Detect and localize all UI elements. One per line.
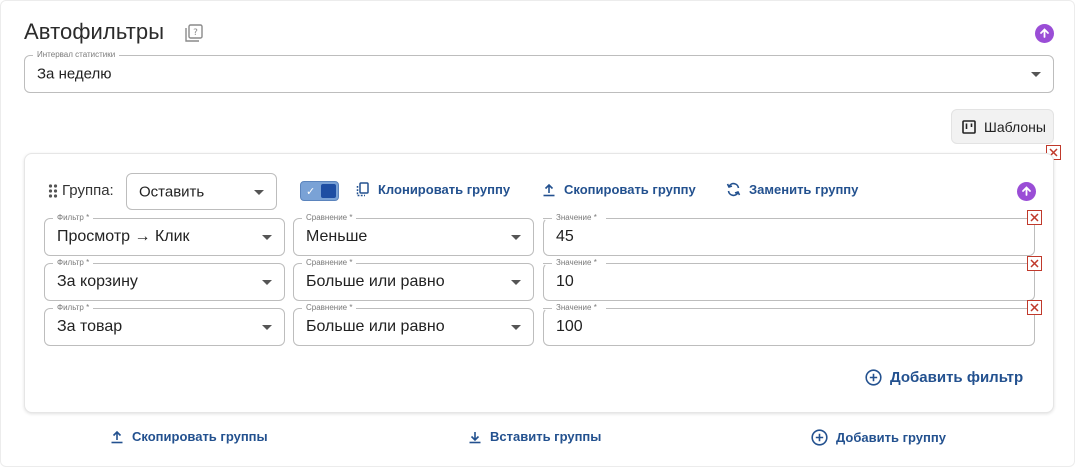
- value-text: 100: [556, 318, 583, 335]
- group-mode-value: Оставить: [139, 183, 205, 200]
- replace-group-button[interactable]: Заменить группу: [726, 182, 858, 197]
- group-label: Группа:: [62, 182, 114, 199]
- chevron-down-icon: [511, 280, 521, 285]
- value-field-label: Значение *: [552, 258, 601, 268]
- value-field-label: Значение *: [552, 303, 601, 313]
- value-text: 10: [556, 273, 574, 290]
- compare-value: Больше или равно: [306, 318, 445, 335]
- refresh-icon: [726, 182, 741, 197]
- chevron-down-icon: [262, 235, 272, 240]
- interval-value: За неделю: [37, 65, 112, 83]
- templates-icon: [962, 119, 976, 134]
- toggle-knob: [321, 184, 336, 198]
- compare-field-label: Сравнение *: [302, 303, 357, 313]
- filter-field-label: Фильтр *: [53, 213, 94, 223]
- chevron-down-icon: [511, 235, 521, 240]
- filter-select[interactable]: Фильтр * За товар: [44, 303, 285, 346]
- group-mode-select[interactable]: Оставить: [126, 173, 277, 210]
- upload-icon: [111, 430, 123, 443]
- interval-label: Интервал статистики: [33, 50, 120, 60]
- compare-value: Больше или равно: [306, 273, 445, 290]
- page-title: Автофильтры: [24, 19, 165, 44]
- templates-label: Шаблоны: [984, 118, 1046, 135]
- chevron-down-icon: [254, 189, 264, 195]
- upload-icon: [543, 183, 555, 196]
- chevron-down-icon: [1031, 72, 1041, 77]
- value-input[interactable]: Значение * 100: [543, 303, 1035, 346]
- interval-select[interactable]: Интервал статистики За неделю: [24, 50, 1054, 93]
- filter-field-label: Фильтр *: [53, 258, 94, 268]
- clone-group-button[interactable]: Клонировать группу: [356, 182, 510, 197]
- compare-select[interactable]: Сравнение * Меньше: [293, 213, 534, 256]
- help-icon[interactable]: ?: [185, 24, 203, 42]
- value-input[interactable]: Значение * 45: [543, 213, 1035, 256]
- add-filter-label: Добавить фильтр: [890, 369, 1024, 386]
- plus-circle-icon: [865, 369, 882, 386]
- compare-value: Меньше: [306, 228, 368, 245]
- paste-groups-label: Вставить группы: [490, 429, 602, 444]
- filter-select[interactable]: Фильтр * Просмотр → Клик: [44, 213, 285, 256]
- remove-filter-icon[interactable]: [1027, 210, 1042, 225]
- svg-text:?: ?: [193, 28, 198, 38]
- compare-select[interactable]: Сравнение * Больше или равно: [293, 303, 534, 346]
- drag-handle-icon[interactable]: [48, 184, 58, 198]
- chevron-down-icon: [511, 325, 521, 330]
- templates-button[interactable]: Шаблоны: [951, 109, 1054, 144]
- replace-group-label: Заменить группу: [749, 182, 859, 197]
- paste-groups-button[interactable]: Вставить группы: [468, 429, 601, 444]
- add-group-label: Добавить группу: [836, 430, 946, 445]
- copy-group-label: Скопировать группу: [564, 182, 696, 197]
- add-group-button[interactable]: Добавить группу: [811, 429, 946, 446]
- compare-field-label: Сравнение *: [302, 258, 357, 268]
- compare-select[interactable]: Сравнение * Больше или равно: [293, 258, 534, 301]
- filter-value: За товар: [57, 318, 123, 335]
- collapse-up-icon[interactable]: [1035, 24, 1054, 43]
- collapse-group-icon[interactable]: [1017, 182, 1036, 201]
- value-input[interactable]: Значение * 10: [543, 258, 1035, 301]
- chevron-down-icon: [262, 280, 272, 285]
- remove-filter-icon[interactable]: [1027, 256, 1042, 271]
- compare-field-label: Сравнение *: [302, 213, 357, 223]
- remove-filter-icon[interactable]: [1027, 300, 1042, 315]
- copy-group-button[interactable]: Скопировать группу: [542, 182, 696, 197]
- filter-field-label: Фильтр *: [53, 303, 94, 313]
- value-text: 45: [556, 228, 574, 245]
- copy-groups-label: Скопировать группы: [132, 429, 268, 444]
- copy-groups-button[interactable]: Скопировать группы: [110, 429, 268, 444]
- clone-icon: [356, 182, 369, 197]
- plus-circle-icon: [811, 429, 828, 446]
- filter-value: За корзину: [57, 273, 138, 290]
- clone-group-label: Клонировать группу: [378, 182, 511, 197]
- autofilters-panel: Автофильтры ? Интервал статистики За нед…: [0, 0, 1075, 467]
- filter-value: Просмотр → Клик: [57, 228, 190, 245]
- add-filter-button[interactable]: Добавить фильтр: [865, 369, 1023, 386]
- filter-select[interactable]: Фильтр * За корзину: [44, 258, 285, 301]
- value-field-label: Значение *: [552, 213, 601, 223]
- download-icon: [469, 431, 481, 443]
- group-toggle[interactable]: ✓: [300, 181, 339, 201]
- check-icon: ✓: [306, 186, 316, 198]
- chevron-down-icon: [262, 325, 272, 330]
